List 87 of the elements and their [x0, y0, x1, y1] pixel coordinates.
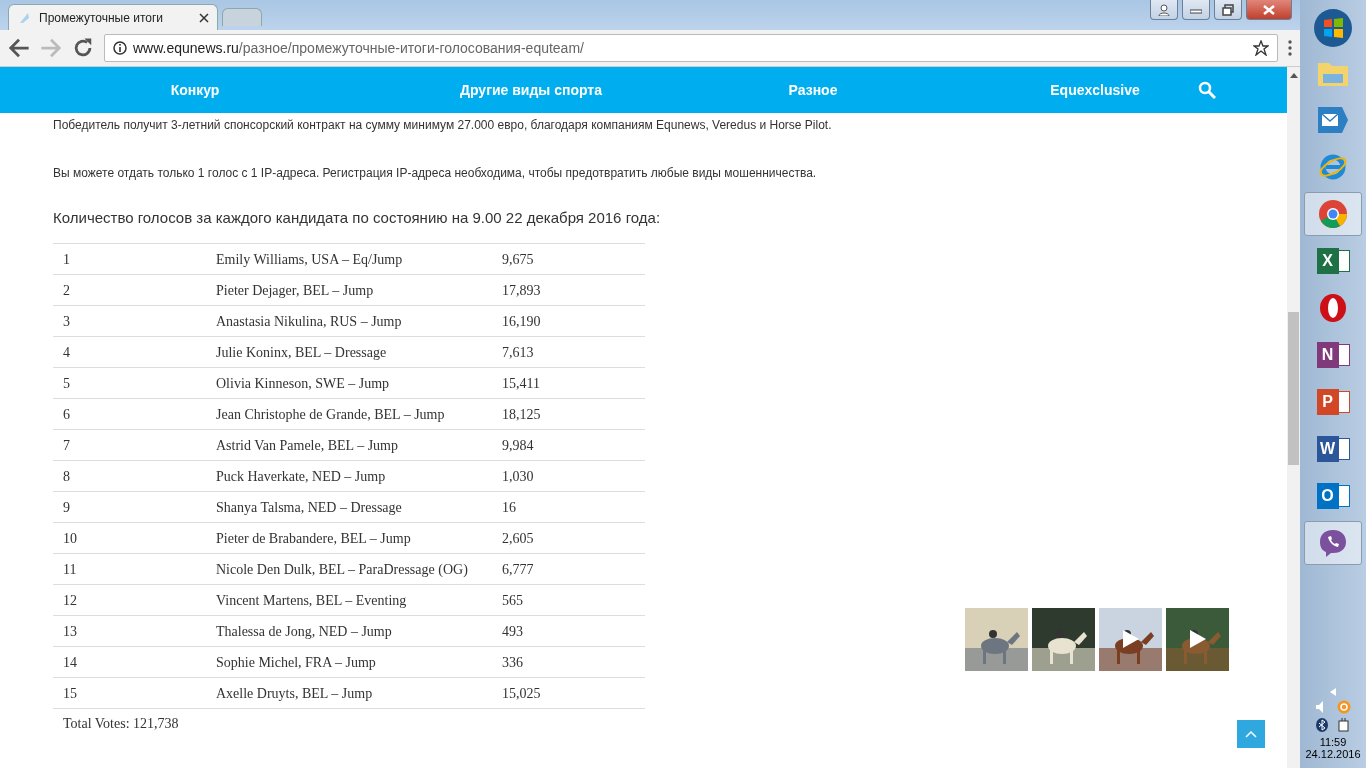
table-cell: Sophie Michel, FRA – Jump: [206, 646, 492, 678]
table-cell: Olivia Kinneson, SWE – Jump: [206, 367, 492, 399]
table-cell: 7,613: [492, 336, 645, 368]
total-votes: Total Votes: 121,738: [62, 715, 180, 733]
info-icon: [113, 41, 127, 55]
table-cell: Nicole Den Dulk, BEL – ParaDressage (OG): [206, 553, 492, 585]
power-icon[interactable]: [1337, 718, 1351, 732]
app-button[interactable]: [1304, 192, 1362, 236]
table-cell: 7: [53, 429, 206, 461]
table-cell: 1: [53, 243, 206, 275]
address-field[interactable]: www.equnews.ru/разное/промежуточные-итоги-голосования-equteam/: [104, 34, 1278, 62]
search-icon[interactable]: [1197, 81, 1216, 99]
bluetooth-icon[interactable]: [1315, 718, 1329, 732]
table-cell: 8: [53, 460, 206, 492]
star-icon[interactable]: [1253, 40, 1269, 56]
table-cell: Julie Koninx, BEL – Dressage: [206, 336, 492, 368]
app-button[interactable]: [1304, 521, 1362, 565]
scroll-thumb[interactable]: [1288, 312, 1299, 465]
table-cell: 9,984: [492, 429, 645, 461]
person-icon: [1158, 3, 1170, 16]
table-cell: 493: [492, 615, 645, 647]
close-icon[interactable]: [199, 12, 209, 23]
table-cell: Pieter de Brabandere, BEL – Jump: [206, 522, 492, 554]
browser-tab[interactable]: Промежуточные итоги: [8, 4, 218, 30]
start-button[interactable]: [1313, 8, 1353, 48]
scroll-up-icon[interactable]: [1289, 72, 1298, 78]
table-cell: 4: [53, 336, 206, 368]
table-cell: 6: [53, 398, 206, 430]
chrome-icon: [1318, 199, 1348, 229]
table-cell: 10: [53, 522, 206, 554]
back-icon[interactable]: [8, 37, 30, 59]
close-button[interactable]: [1246, 0, 1292, 20]
app-button[interactable]: X: [1304, 239, 1362, 283]
table-cell: 5: [53, 367, 206, 399]
table-cell: 17,893: [492, 274, 645, 306]
table-cell: 12: [53, 584, 206, 616]
table-cell: 11: [53, 553, 206, 585]
table-cell: 13: [53, 615, 206, 647]
play-icon[interactable]: [1190, 630, 1206, 648]
paragraph: Победитель получит 3-летний спонсорский контракт на сумму минимум 27.000 евро, благодаря компаниям Equnews, Veredus и Horse Pilot.: [53, 118, 832, 132]
table-cell: 336: [492, 646, 645, 678]
table-cell: 1,030: [492, 460, 645, 492]
table-cell: 565: [492, 584, 645, 616]
clock[interactable]: 11:59 24.12.2016: [1305, 736, 1361, 760]
chat-icon: [1318, 528, 1348, 558]
play-icon[interactable]: [1123, 630, 1139, 648]
scrollbar[interactable]: [1287, 67, 1300, 768]
table-cell: 15: [53, 677, 206, 709]
table-cell: 16: [492, 491, 645, 523]
table-cell: Axelle Druyts, BEL – Jump: [206, 677, 492, 709]
app-button[interactable]: N: [1304, 333, 1362, 377]
table-cell: Anastasia Nikulina, RUS – Jump: [206, 305, 492, 337]
table-cell: 14: [53, 646, 206, 678]
table-cell: 18,125: [492, 398, 645, 430]
table-cell: Vincent Martens, BEL – Eventing: [206, 584, 492, 616]
app-button[interactable]: P: [1304, 380, 1362, 424]
table-cell: 16,190: [492, 305, 645, 337]
browser-icon: [1318, 152, 1348, 182]
table-cell: Puck Haverkate, NED – Jump: [206, 460, 492, 492]
reload-icon[interactable]: [72, 37, 94, 59]
paragraph: Вы можете отдать только 1 голос с 1 IP-адреса. Регистрация IP-адреса необходима, чтобы предотвратить любые виды мошенничества.: [53, 166, 817, 180]
table-cell: 15,411: [492, 367, 645, 399]
table-cell: Emily Williams, USA – Eq/Jump: [206, 243, 492, 275]
table-cell: 9,675: [492, 243, 645, 275]
menu-icon[interactable]: [1288, 40, 1292, 56]
table-cell: 15,025: [492, 677, 645, 709]
app-button[interactable]: O: [1304, 474, 1362, 518]
table-cell: Thalessa de Jong, NED – Jump: [206, 615, 492, 647]
table-cell: Shanya Talsma, NED – Dressage: [206, 491, 492, 523]
heading: Количество голосов за каждого кандидата по состоянию на 9.00 22 декабря 2016 года:: [53, 209, 661, 226]
chevron-up-icon: [1245, 730, 1257, 738]
profile-button[interactable]: [1150, 0, 1178, 20]
table-cell: Pieter Dejager, BEL – Jump: [206, 274, 492, 306]
minimize-button[interactable]: [1182, 0, 1210, 20]
restore-button[interactable]: [1214, 0, 1242, 20]
table-cell: 2,605: [492, 522, 645, 554]
opera-icon: [1318, 293, 1348, 323]
table-cell: Astrid Van Pamele, BEL – Jump: [206, 429, 492, 461]
table-cell: 6,777: [492, 553, 645, 585]
table-cell: 2: [53, 274, 206, 306]
table-cell: Jean Christophe de Grande, BEL – Jump: [206, 398, 492, 430]
table-cell: 3: [53, 305, 206, 337]
restore-icon: [1222, 3, 1234, 16]
table-cell: 9: [53, 491, 206, 523]
app-button[interactable]: W: [1304, 427, 1362, 471]
close-icon: [1263, 4, 1275, 15]
mail-icon: [1317, 105, 1349, 135]
